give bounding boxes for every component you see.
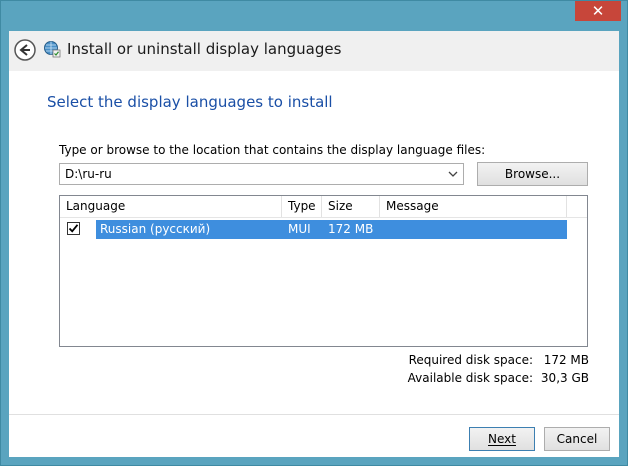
window-title: Install or uninstall display languages [67, 40, 342, 58]
column-header-type[interactable]: Type [282, 196, 322, 217]
page-heading: Select the display languages to install [47, 93, 333, 111]
path-combobox[interactable]: D:\ru-ru [59, 163, 464, 185]
checkmark-icon [68, 224, 79, 233]
cancel-button[interactable]: Cancel [544, 427, 610, 451]
footer-divider [9, 414, 619, 415]
available-space-label: Available disk space: [407, 371, 533, 385]
column-header-message[interactable]: Message [380, 196, 567, 217]
instruction-label: Type or browse to the location that cont… [59, 143, 486, 157]
chevron-down-icon[interactable] [445, 164, 461, 184]
title-bar[interactable]: ✕ [1, 1, 627, 31]
column-header-size[interactable]: Size [322, 196, 380, 217]
header-bar: Install or uninstall display languages [9, 31, 619, 71]
required-space-label: Required disk space: [408, 353, 533, 367]
path-input-value[interactable]: D:\ru-ru [65, 167, 112, 181]
language-cell: Russian (русский) [100, 222, 211, 236]
available-space-value: 30,3 GB [540, 371, 589, 385]
next-button[interactable]: Next [469, 427, 535, 451]
next-button-label: Next [488, 432, 516, 446]
header-divider [60, 217, 587, 218]
language-checkbox[interactable] [67, 222, 80, 235]
close-button[interactable]: ✕ [575, 1, 621, 21]
column-header-language[interactable]: Language [60, 196, 282, 217]
back-arrow-icon[interactable] [14, 39, 36, 61]
type-cell: MUI [288, 222, 311, 236]
language-list[interactable]: Language Type Size Message Russian (русс… [59, 195, 588, 347]
window: ✕ Install or uninstall display languages… [0, 0, 628, 466]
language-globe-icon [44, 41, 61, 58]
required-space-value: 172 MB [543, 353, 589, 367]
close-icon: ✕ [591, 2, 605, 20]
size-cell: 172 MB [328, 222, 374, 236]
dialog-content: Install or uninstall display languages S… [9, 31, 619, 457]
browse-button[interactable]: Browse... [477, 162, 588, 186]
